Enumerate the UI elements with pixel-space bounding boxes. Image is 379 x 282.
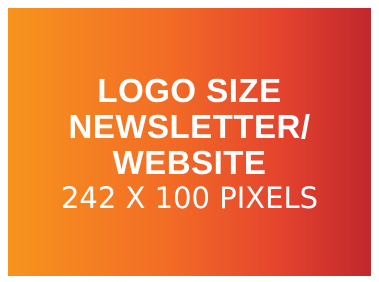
banner-title-line-1: LOGO SIZE <box>97 72 282 109</box>
logo-size-banner: LOGO SIZE NEWSLETTER/ WEBSITE 242 X 100 … <box>8 8 371 276</box>
banner-dimensions: 242 X 100 PIXELS <box>60 181 319 215</box>
banner-title-line-2: NEWSLETTER/ <box>68 108 311 145</box>
banner-title-line-3: WEBSITE <box>112 144 267 181</box>
